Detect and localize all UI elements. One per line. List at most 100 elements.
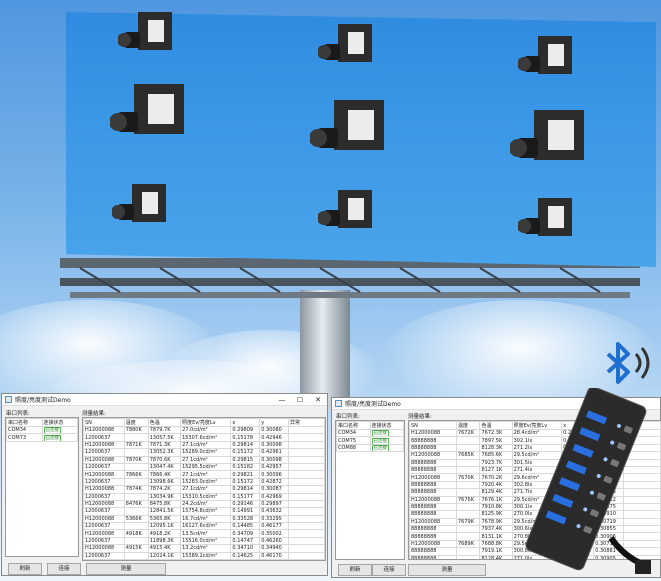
table-cell: 0.42957 (259, 462, 289, 472)
composite-photo: 照度/亮度测试Demo — ☐ ✕ 串口列表: 测量结果: 串口名称 连接状态 CO… (0, 0, 661, 581)
table-cell: 12000637 (83, 492, 125, 501)
status-cell: 已连接 (41, 433, 78, 442)
table-cell: 0.15178 (230, 433, 261, 442)
table-row[interactable]: H12000088 7880K 7879.7K 27.0cd/m² 0.29809 0.3… (83, 425, 325, 435)
table-cell (123, 462, 149, 472)
table-cell: H12000088 (409, 428, 457, 438)
table-cell (455, 436, 481, 445)
port-row[interactable]: COM88 已连接 (336, 443, 404, 453)
column-header[interactable]: SN (83, 418, 125, 427)
column-header[interactable]: x (230, 418, 261, 427)
industrial-camera-icon (310, 100, 384, 150)
table-row[interactable]: H12000088 4915K 4915.4K 13.2cd/m² 0.34710 0.3… (83, 544, 325, 553)
table-row[interactable]: 12000637 13052.3K 15289.0cd/m² 0.15172 0.429… (83, 448, 325, 457)
table-cell: H12000088 (83, 514, 125, 524)
maximize-icon[interactable]: ☐ (291, 396, 309, 404)
column-header[interactable]: 色温 (147, 418, 182, 427)
table-cell: 88888888 (409, 525, 457, 534)
port-row[interactable]: COM75 已连接 (336, 436, 404, 445)
port-row[interactable]: COM34 已连接 (336, 428, 404, 438)
table-row[interactable]: 12000637 11898.3K 15516.0cd/m² 0.14747 0.462… (83, 536, 325, 546)
app-icon (5, 396, 12, 403)
table-cell: 88888888 (409, 480, 457, 490)
table-row[interactable]: 12000637 13098.6K 15283.0cd/m² 0.15172 0.428… (83, 477, 325, 487)
column-header[interactable]: 照度Ev/亮度Lv (180, 418, 232, 427)
table-row[interactable]: 12000637 13057.5K 15307.6cd/m² 0.15178 0.429… (83, 433, 325, 442)
table-row[interactable]: H12000088 7874K 7874.2K 27.1cd/m² 0.29814 0.3… (83, 485, 325, 494)
table-cell (287, 522, 325, 531)
results-label: 测量结果: (408, 414, 432, 420)
table-cell: 7897.5K (479, 436, 513, 445)
table-row[interactable]: 12000637 12841.5K 15754.8cd/m² 0.14991 0.436… (83, 507, 325, 516)
table-cell: 7670.2K (479, 473, 513, 482)
table-cell (287, 507, 325, 516)
table-cell: 7685K (455, 451, 481, 460)
table-row[interactable]: H12000088 5366K 5365.8K 16.7cd/m² 0.33528 0.3… (83, 514, 325, 524)
port-row[interactable]: COM34 已连接 (6, 425, 78, 435)
table-cell: 7880K (123, 425, 149, 435)
port-name: COM75 (336, 436, 371, 445)
column-header[interactable]: SN (409, 421, 457, 430)
table-cell (455, 525, 481, 534)
table-cell: 15289.0cd/m² (180, 448, 232, 457)
connect-button[interactable]: 连接 (47, 563, 81, 575)
table-cell: 7866K (123, 470, 149, 479)
table-cell: 11898.3K (147, 536, 182, 546)
table-row[interactable]: H12000088 8476K 8475.8K 24.2cd/m² 0.29146 0.2… (83, 499, 325, 509)
measure-button[interactable]: 测量 (408, 564, 486, 576)
table-row[interactable]: 12000637 13047.4K 15295.5cd/m² 0.15182 0.429… (83, 462, 325, 472)
table-cell: 0.46177 (259, 522, 289, 531)
table-cell: H12000088 (409, 473, 457, 482)
column-header[interactable]: 异常 (287, 418, 325, 427)
connection-status-badge: 已连接 (371, 430, 389, 437)
column-header[interactable]: 串口名称 (6, 418, 43, 427)
table-cell: H12000088 (83, 425, 125, 435)
column-header[interactable]: 温度 (455, 421, 481, 430)
table-cell (455, 458, 481, 467)
table-cell: 27.0cd/m² (180, 425, 232, 435)
table-row[interactable]: H12000088 4918K 4918.2K 13.5cd/m² 0.34709 0.3… (83, 529, 325, 538)
table-cell: H12000088 (83, 455, 125, 464)
table-cell: 88888888 (409, 436, 457, 445)
table-cell: 8128.4K (479, 554, 513, 559)
status-cell: 已连接 (369, 436, 404, 445)
port-row[interactable]: COM73 已连接 (6, 433, 78, 442)
table-row[interactable]: H12000088 7866K 7866.4K 27.1cd/m² 0.29821 0.3… (83, 470, 325, 479)
column-header[interactable]: 温度 (123, 418, 149, 427)
usb-hub-device (525, 388, 651, 574)
connect-button[interactable]: 连接 (372, 564, 406, 576)
table-cell: 24.2cd/m² (180, 499, 232, 509)
window-title: 照度/亮度测试Demo (15, 397, 71, 404)
table-cell: 0.42872 (259, 477, 289, 487)
table-row[interactable]: 12000637 12095.1K 16127.6cd/m² 0.14485 0.461… (83, 522, 325, 531)
table-row[interactable]: 12000637 12024.1K 15389.2cd/m² 0.14625 0.461… (83, 551, 325, 560)
industrial-camera-icon (110, 84, 184, 134)
status-cell: 已连接 (369, 443, 404, 453)
close-icon[interactable]: ✕ (309, 396, 327, 404)
serial-port-list[interactable]: 串口名称 连接状态 COM34 已连接 COM73 已连接 (5, 417, 79, 557)
table-cell: 15283.0cd/m² (180, 477, 232, 487)
column-header[interactable]: 连接状态 (41, 418, 78, 427)
table-row[interactable]: 12000637 13034.9K 15310.5cd/m² 0.15177 0.429… (83, 492, 325, 501)
table-cell: 88888888 (409, 547, 457, 556)
column-header[interactable]: 色温 (479, 421, 513, 430)
refresh-button[interactable]: 刷新 (8, 563, 42, 575)
measure-button[interactable]: 测量 (86, 563, 166, 575)
table-cell: 8475.8K (147, 499, 182, 509)
minimize-icon[interactable]: — (273, 396, 291, 404)
column-header[interactable]: y (259, 418, 289, 427)
column-header[interactable]: 串口名称 (336, 421, 371, 430)
table-cell (287, 529, 325, 538)
serial-list-label: 串口列表: (336, 414, 360, 420)
table-row[interactable]: H12000088 7871K 7871.3K 27.1cd/m² 0.29814 0.3… (83, 440, 325, 450)
refresh-button[interactable]: 刷新 (338, 564, 372, 576)
table-cell: 8128.3K (479, 443, 513, 453)
table-cell: 16127.6cd/m² (180, 522, 232, 531)
table-row[interactable]: H12000088 7870K 7870.6K 27.1cd/m² 0.29815 0.3… (83, 455, 325, 464)
bluetooth-icon (606, 342, 650, 384)
results-table[interactable]: SN 温度 色温 照度Ev/亮度Lv x y 异常 H12000088 7880K 7879.7K… (82, 417, 326, 561)
serial-port-list[interactable]: 串口名称 连接状态 COM34 已连接 COM75 已连接 COM88 已连接 (335, 420, 405, 560)
table-cell: 4918.2K (147, 529, 182, 538)
results-label: 测量结果: (82, 411, 106, 417)
column-header[interactable]: 连接状态 (369, 421, 404, 430)
